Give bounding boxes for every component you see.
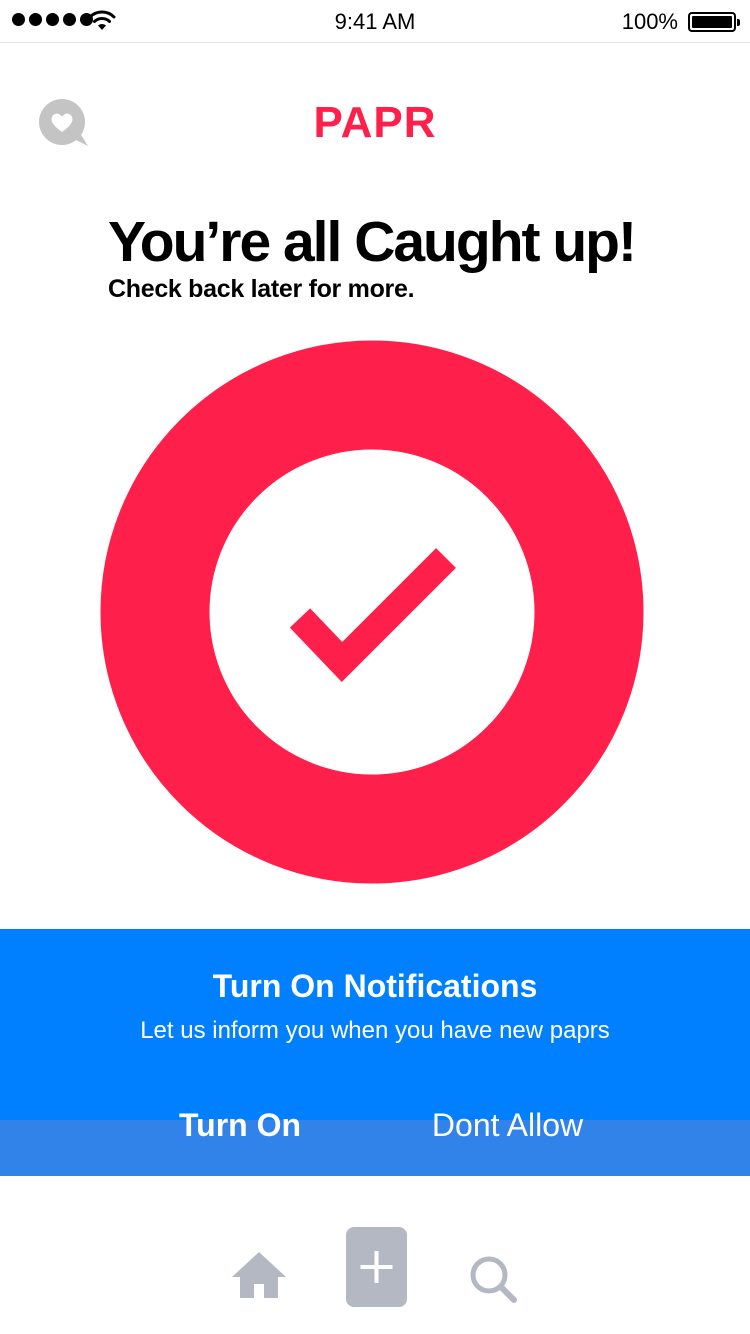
battery-icon <box>688 12 740 32</box>
notification-actions-bar <box>0 1120 750 1176</box>
notification-title: Turn On Notifications <box>212 968 538 1004</box>
page-title: You’re all Caught up! <box>108 210 637 274</box>
check-ring-icon <box>100 340 646 891</box>
add-icon[interactable] <box>346 1227 407 1307</box>
home-icon[interactable] <box>230 1250 288 1305</box>
notification-message: Let us inform you when you have new papr… <box>140 1017 610 1044</box>
turn-on-button[interactable]: Turn On <box>140 1105 340 1145</box>
search-icon[interactable] <box>468 1254 518 1309</box>
battery-percentage: 100% <box>621 9 678 34</box>
page-subtitle: Check back later for more. <box>108 275 415 303</box>
dont-allow-button[interactable]: Dont Allow <box>400 1105 615 1145</box>
app-logo: PAPR <box>313 98 437 147</box>
